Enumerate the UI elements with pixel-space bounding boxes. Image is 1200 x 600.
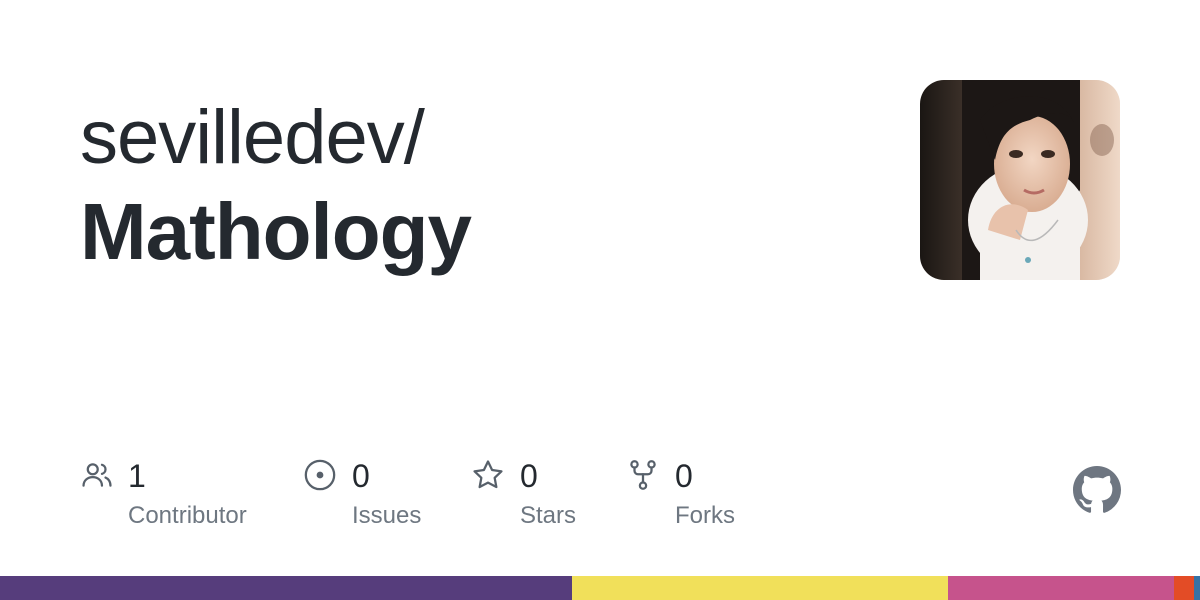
repo-owner[interactable]: sevilledev/: [80, 94, 425, 182]
stat-stars[interactable]: 0 Stars: [471, 452, 601, 542]
issues-count: 0: [352, 458, 370, 494]
avatar-photo: [920, 80, 1120, 280]
github-logo-icon[interactable]: [1073, 466, 1121, 514]
fork-icon: [626, 458, 660, 492]
language-bar-segment: [0, 576, 573, 600]
stat-issues[interactable]: 0 Issues: [303, 452, 443, 542]
repo-name[interactable]: Mathology: [80, 186, 472, 278]
issues-label: Issues: [352, 502, 422, 529]
stars-label: Stars: [520, 502, 577, 529]
language-bar-segment: [948, 576, 1174, 600]
stars-count: 0: [520, 458, 538, 494]
language-bar-segment: [1194, 576, 1200, 600]
forks-label: Forks: [675, 502, 735, 529]
language-bar-segment: [1173, 576, 1194, 600]
people-icon: [80, 458, 114, 492]
repo-social-card: sevilledev/ Mathology 1 Contributor 0 Is…: [0, 0, 1200, 600]
stat-forks[interactable]: 0 Forks: [626, 452, 766, 542]
language-bar-segment: [572, 576, 948, 600]
contributors-label: Contributor: [128, 502, 247, 529]
star-icon: [471, 458, 505, 492]
contributors-count: 1: [128, 458, 146, 494]
issue-icon: [303, 458, 337, 492]
avatar: [920, 80, 1120, 280]
language-bar: [0, 576, 1200, 600]
forks-count: 0: [675, 458, 693, 494]
stat-contributors[interactable]: 1 Contributor: [80, 452, 280, 542]
